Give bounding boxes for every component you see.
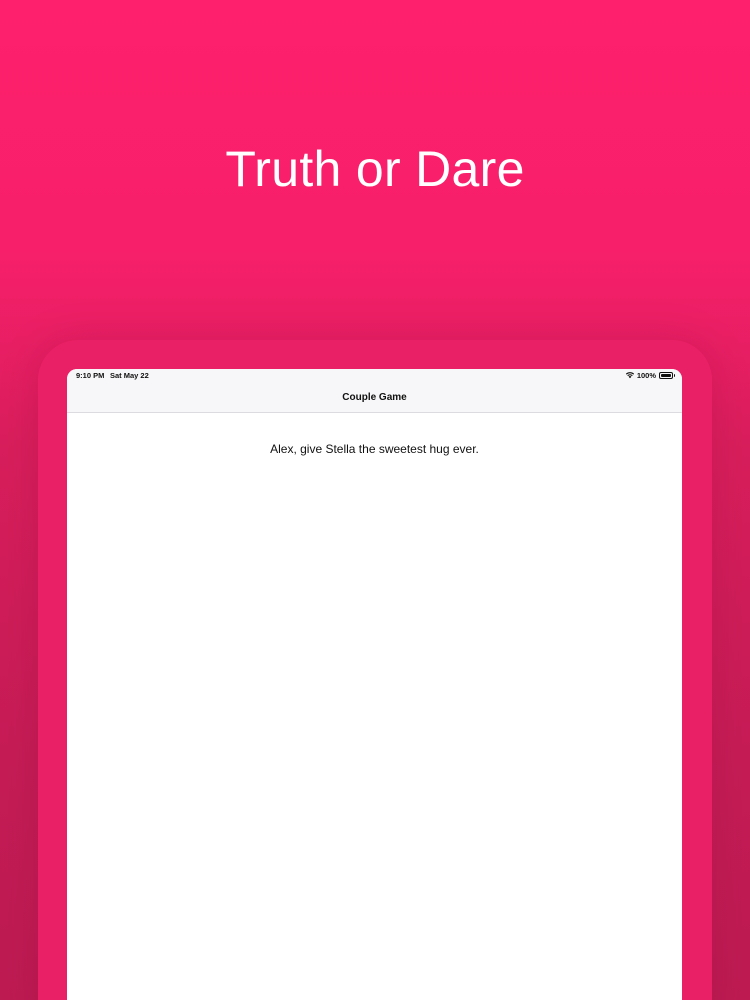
status-time: 9:10 PM — [76, 371, 105, 380]
promo-headline: Truth or Dare — [225, 141, 525, 197]
game-content: Alex, give Stella the sweetest hug ever. — [67, 413, 682, 1000]
battery-icon — [659, 371, 675, 379]
status-indicators: 100% — [625, 370, 675, 380]
wifi-icon — [625, 372, 634, 379]
navigation-bar: Couple Game — [67, 382, 682, 413]
nav-title: Couple Game — [342, 392, 407, 403]
device-screen: 9:10 PM Sat May 22 100% Couple Game Alex… — [67, 369, 682, 1000]
dare-prompt: Alex, give Stella the sweetest hug ever. — [270, 442, 479, 456]
status-date: Sat May 22 — [110, 371, 149, 380]
battery-percent: 100% — [636, 370, 656, 380]
status-bar: 9:10 PM Sat May 22 100% — [67, 369, 682, 382]
